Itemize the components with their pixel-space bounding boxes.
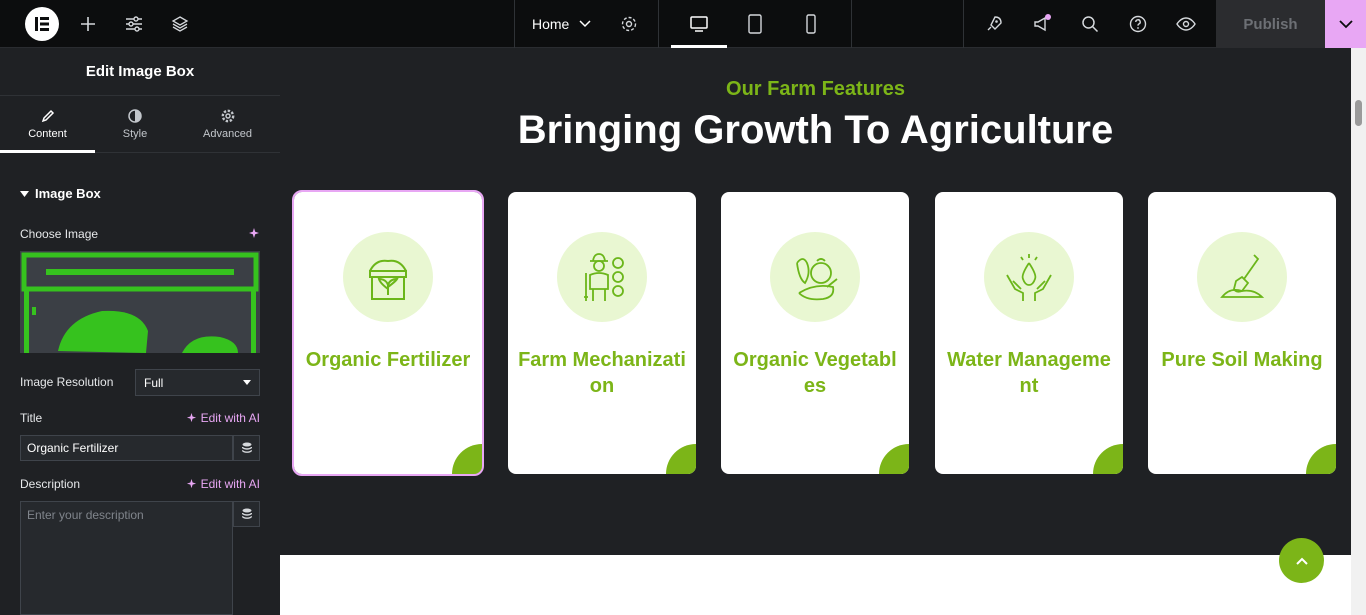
feature-card[interactable]: Pure Soil Making — [1148, 192, 1336, 474]
page-canvas: Our Farm Features Bringing Growth To Agr… — [280, 48, 1351, 615]
card-corner-decoration — [1093, 444, 1123, 474]
notifications-megaphone-icon[interactable] — [1030, 12, 1054, 36]
feature-card-title: Organic Vegetables — [733, 349, 897, 397]
section-heading[interactable]: Bringing Growth To Agriculture — [280, 108, 1351, 153]
top-bar: Home Publish — [0, 0, 1366, 48]
chevron-down-icon — [579, 20, 591, 28]
site-settings-sliders-icon[interactable] — [122, 12, 146, 36]
page-settings-gear-icon[interactable] — [617, 12, 641, 36]
topbar-divider — [851, 0, 852, 48]
card-corner-decoration — [879, 444, 909, 474]
rocket-icon[interactable] — [982, 12, 1006, 36]
structure-layers-icon[interactable] — [168, 12, 192, 36]
ai-sparkle-icon — [186, 478, 196, 488]
feature-card[interactable]: Farm Mechanization — [508, 192, 696, 474]
scrollbar-thumb[interactable] — [1355, 100, 1362, 126]
chevron-up-icon — [1295, 557, 1308, 565]
page-selector[interactable]: Home — [532, 14, 591, 34]
dynamic-tags-database-icon[interactable] — [233, 435, 260, 461]
ai-sparkle-icon — [186, 412, 196, 422]
feature-card[interactable]: Organic Vegetables — [721, 192, 909, 474]
image-resolution-select[interactable]: Full — [135, 369, 260, 396]
card-corner-decoration — [1306, 444, 1336, 474]
image-resolution-label: Image Resolution — [20, 375, 114, 389]
topbar-divider — [963, 0, 964, 48]
edit-with-ai-label: Edit with AI — [200, 411, 260, 425]
topbar-divider — [514, 0, 515, 48]
description-label: Description — [20, 477, 81, 491]
farmer-icon — [557, 232, 647, 322]
description-textarea[interactable]: Enter your description — [20, 501, 233, 615]
search-icon[interactable] — [1078, 12, 1102, 36]
publish-button[interactable]: Publish — [1216, 0, 1325, 48]
water-hands-icon — [984, 232, 1074, 322]
active-tab-indicator — [0, 150, 95, 153]
tab-advanced[interactable]: Advanced — [175, 96, 280, 153]
edit-with-ai-label: Edit with AI — [200, 477, 260, 491]
choose-image-label: Choose Image — [20, 227, 99, 241]
caret-down-icon — [20, 190, 29, 197]
section-subtitle[interactable]: Our Farm Features — [280, 78, 1351, 101]
title-label: Title — [20, 411, 43, 425]
image-preview[interactable] — [20, 251, 260, 353]
section-title-label: Image Box — [35, 186, 101, 201]
tab-style[interactable]: Style — [95, 96, 175, 153]
feature-card-title: Organic Fertilizer — [305, 349, 471, 371]
mobile-view-icon[interactable] — [799, 12, 823, 36]
feature-card-title: Pure Soil Making — [1161, 349, 1323, 371]
dynamic-tags-database-icon[interactable] — [233, 501, 260, 527]
tab-content[interactable]: Content — [0, 96, 95, 153]
add-element-icon[interactable] — [76, 12, 100, 36]
description-edit-with-ai-link[interactable]: Edit with AI — [186, 477, 260, 491]
tab-label: Advanced — [203, 128, 252, 140]
desktop-view-icon[interactable] — [687, 12, 711, 36]
scroll-to-top-button[interactable] — [1279, 538, 1324, 583]
feature-card-title: Water Management — [947, 349, 1111, 397]
card-corner-decoration — [666, 444, 696, 474]
title-edit-with-ai-link[interactable]: Edit with AI — [186, 411, 260, 425]
preview-eye-icon[interactable] — [1174, 12, 1198, 36]
image-resolution-value: Full — [144, 375, 164, 390]
card-corner-decoration — [452, 444, 482, 474]
section-toggle-image-box[interactable]: Image Box — [20, 186, 101, 201]
contrast-icon — [128, 109, 142, 123]
feature-card[interactable]: Organic Fertilizer — [292, 190, 484, 476]
canvas-scrollbar[interactable] — [1351, 48, 1366, 615]
editor-panel: Edit Image Box Content Style Advanced Im… — [0, 48, 280, 615]
title-input[interactable]: Organic Fertilizer — [20, 435, 233, 461]
tab-label: Content — [28, 128, 67, 140]
next-section — [280, 555, 1351, 615]
feature-card[interactable]: Water Management — [935, 192, 1123, 474]
vegetables-icon — [770, 232, 860, 322]
topbar-divider — [658, 0, 659, 48]
tablet-view-icon[interactable] — [743, 12, 767, 36]
panel-tabs: Content Style Advanced — [0, 96, 280, 153]
help-icon[interactable] — [1126, 12, 1150, 36]
chevron-down-icon — [1338, 19, 1353, 28]
elementor-logo-icon[interactable] — [25, 7, 59, 41]
caret-down-icon — [243, 380, 251, 385]
pencil-icon — [41, 109, 54, 123]
panel-title: Edit Image Box — [0, 48, 280, 96]
page-name: Home — [532, 16, 570, 32]
feature-card-title: Farm Mechanization — [518, 349, 686, 397]
tab-label: Style — [122, 128, 148, 140]
gear-icon — [221, 109, 234, 123]
fertilizer-box-icon — [343, 232, 433, 322]
publish-options-button[interactable] — [1325, 0, 1366, 48]
ai-sparkle-icon[interactable] — [248, 227, 260, 245]
shovel-soil-icon — [1197, 232, 1287, 322]
